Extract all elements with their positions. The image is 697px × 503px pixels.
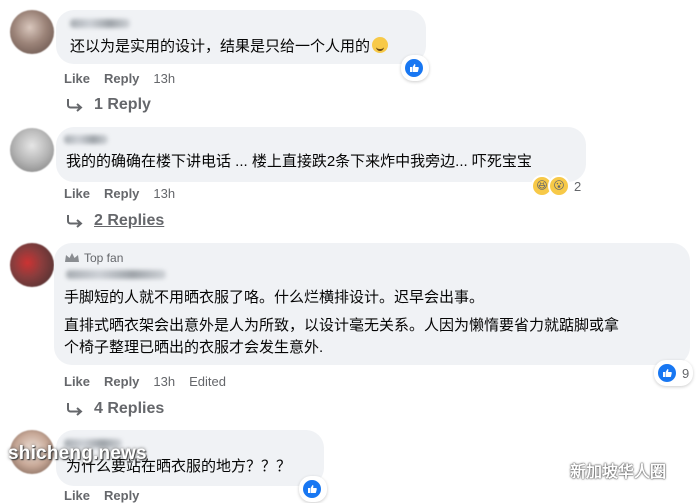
like-link[interactable]: Like xyxy=(64,488,90,503)
reaction-badge[interactable] xyxy=(299,476,327,502)
blurred-author-name[interactable] xyxy=(64,135,108,144)
comment-text-line: 个椅子整理已晒出的衣服才会发生意外. xyxy=(64,339,324,356)
reply-link[interactable]: Reply xyxy=(104,186,139,201)
comment-bubble: 还以为是实用的设计，结果是只给一个人用的 xyxy=(56,10,426,64)
wechat-icon xyxy=(540,460,564,479)
site-watermark: shicheng.news xyxy=(8,443,147,464)
like-link[interactable]: Like xyxy=(64,186,90,201)
wechat-watermark: 新加坡华人圈 xyxy=(540,458,666,482)
avatar[interactable] xyxy=(10,243,54,287)
reply-link[interactable]: Reply xyxy=(104,71,139,86)
like-reaction-icon xyxy=(656,362,678,384)
reply-arrow-icon xyxy=(67,99,83,112)
like-link[interactable]: Like xyxy=(64,71,90,86)
reply-link[interactable]: Reply xyxy=(104,488,139,503)
comment-text-line: 直排式晒衣架会出意外是人为所致，以设计毫无关系。人因为懒惰要省力就踮脚或拿 xyxy=(64,317,620,334)
like-link[interactable]: Like xyxy=(64,374,90,389)
replies-count-label: 4 Replies xyxy=(94,400,165,417)
top-fan-badge: Top fan xyxy=(64,251,123,265)
grin-emoji-icon xyxy=(372,37,389,53)
edited-label: Edited xyxy=(189,374,226,389)
wechat-account-name: 新加坡华人圈 xyxy=(570,464,667,481)
wow-reaction-icon: 😮 xyxy=(548,175,570,197)
comment-bubble: 我的的确确在楼下讲电话 ... 楼上直接跌2条下来炸中我旁边... 吓死宝宝 xyxy=(56,127,586,182)
reaction-badge[interactable]: 😆 😮 2 xyxy=(529,173,585,199)
comment-bubble: Top fan 手脚短的人就不用晒衣服了咯。什么烂横排设计。迟早会出事。 直排式… xyxy=(54,243,690,365)
comment-actions: Like Reply xyxy=(64,488,139,503)
reaction-count: 2 xyxy=(574,178,582,194)
like-reaction-icon xyxy=(403,57,425,79)
avatar[interactable] xyxy=(10,10,54,54)
comment-actions: Like Reply 13h Edited xyxy=(64,374,226,389)
reply-arrow-icon xyxy=(67,403,83,416)
view-replies-link[interactable]: 2 Replies xyxy=(66,212,164,230)
view-replies-link[interactable]: 1 Reply xyxy=(66,96,151,114)
comment-text: 我的的确确在楼下讲电话 ... 楼上直接跌2条下来炸中我旁边... 吓死宝宝 xyxy=(66,153,532,170)
reaction-badge[interactable]: 9 xyxy=(654,360,694,386)
top-fan-icon xyxy=(65,253,79,262)
view-replies-link[interactable]: 4 Replies xyxy=(66,400,164,418)
blurred-author-name[interactable] xyxy=(66,270,166,279)
top-fan-label: Top fan xyxy=(84,251,124,265)
replies-count-label: 2 Replies xyxy=(94,212,165,229)
reaction-count: 9 xyxy=(682,365,690,381)
reply-link[interactable]: Reply xyxy=(104,374,139,389)
reaction-badge[interactable] xyxy=(401,55,429,81)
avatar[interactable] xyxy=(10,128,54,172)
timestamp[interactable]: 13h xyxy=(153,186,175,201)
comment-text-line: 手脚短的人就不用晒衣服了咯。什么烂横排设计。迟早会出事。 xyxy=(64,289,485,306)
replies-count-label: 1 Reply xyxy=(94,96,151,113)
timestamp[interactable]: 13h xyxy=(153,374,175,389)
timestamp[interactable]: 13h xyxy=(153,71,175,86)
blurred-author-name[interactable] xyxy=(70,19,130,28)
comment-actions: Like Reply 13h xyxy=(64,186,175,201)
like-reaction-icon xyxy=(301,478,323,500)
reply-arrow-icon xyxy=(67,215,83,228)
comment-actions: Like Reply 13h xyxy=(64,71,175,86)
comment-text: 还以为是实用的设计，结果是只给一个人用的 xyxy=(70,36,389,58)
